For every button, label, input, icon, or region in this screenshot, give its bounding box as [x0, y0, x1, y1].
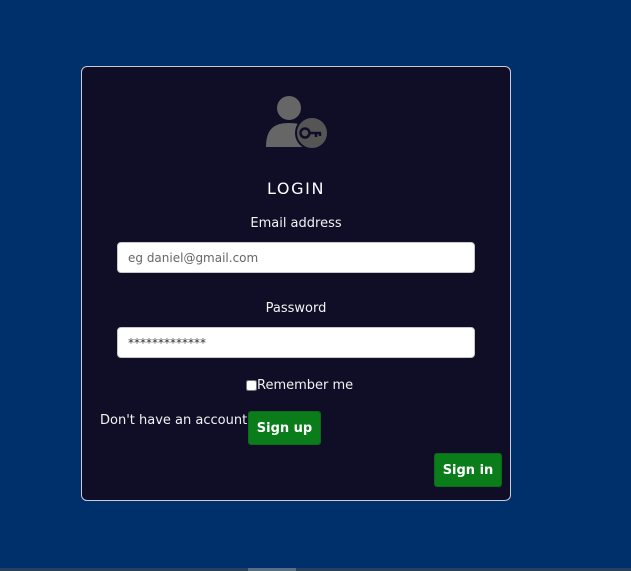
email-field[interactable] — [117, 242, 475, 273]
email-label: Email address — [250, 216, 342, 231]
remember-me-label: Remember me — [257, 378, 354, 393]
sign-up-button[interactable]: Sign up — [248, 411, 321, 445]
password-label: Password — [265, 301, 327, 316]
user-key-icon — [266, 96, 329, 150]
page-title: LOGIN — [266, 179, 326, 198]
login-card: LOGIN Email address Password Remember me… — [81, 66, 511, 501]
sign-in-button[interactable]: Sign in — [434, 453, 502, 487]
remember-me-row[interactable]: Remember me — [246, 378, 353, 393]
remember-me-checkbox[interactable] — [246, 380, 257, 391]
password-field[interactable] — [117, 327, 475, 358]
no-account-text: Don't have an account? — [100, 413, 255, 428]
